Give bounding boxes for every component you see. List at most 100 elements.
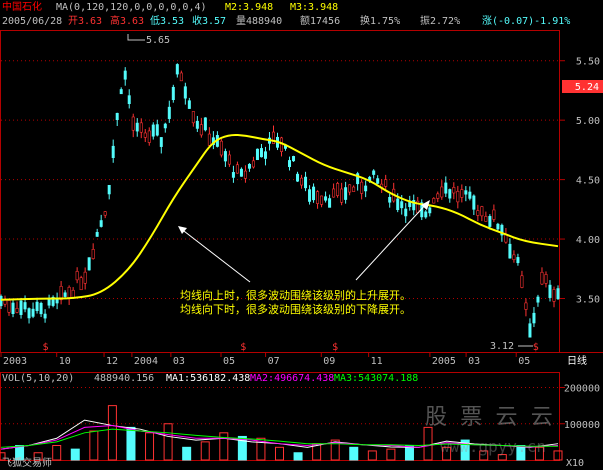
candle-body bbox=[155, 124, 159, 136]
quote-amount: 额17456 bbox=[300, 14, 340, 27]
candle-body bbox=[360, 181, 364, 194]
high-label: 5.65 bbox=[146, 35, 170, 46]
candle-body bbox=[199, 124, 203, 136]
candle-body bbox=[135, 122, 139, 132]
candle-body bbox=[83, 271, 87, 284]
quote-turnover: 换1.75% bbox=[360, 14, 400, 27]
price-tick-label: 5.50 bbox=[576, 57, 600, 68]
price-tag: 5.24 bbox=[575, 82, 599, 93]
candle-body bbox=[63, 292, 67, 297]
candle-body bbox=[75, 271, 79, 281]
volume-bar bbox=[386, 448, 396, 461]
price-tick-label: 4.00 bbox=[576, 235, 600, 246]
candle-body bbox=[111, 145, 115, 158]
candle-body bbox=[320, 195, 324, 205]
date-axis: 2003 10 12 2004 03 05 07 09 11 2005 03 05 bbox=[0, 352, 530, 367]
candle-body bbox=[203, 117, 207, 131]
candle-body bbox=[223, 151, 227, 162]
candle-body bbox=[440, 186, 444, 198]
candle-body bbox=[159, 137, 163, 147]
date-tick-label: 2004 bbox=[134, 356, 158, 367]
candle-body bbox=[388, 196, 392, 203]
candle-body bbox=[0, 295, 3, 307]
candle-body bbox=[476, 210, 480, 216]
candle-body bbox=[480, 206, 484, 217]
price-tick-label: 5.00 bbox=[576, 116, 600, 127]
candle-body bbox=[452, 187, 456, 194]
candle-body bbox=[524, 302, 528, 310]
dollar-marker: $ bbox=[332, 342, 338, 353]
candle-body bbox=[167, 106, 171, 119]
date-tick-label: 03 bbox=[173, 356, 185, 367]
date-tick-label: 03 bbox=[468, 356, 480, 367]
app-label: 飞狐交易师 bbox=[2, 456, 52, 469]
candle-body bbox=[131, 116, 135, 131]
candle-body bbox=[263, 151, 267, 159]
candle-body bbox=[324, 196, 328, 201]
candle-body bbox=[243, 170, 247, 179]
candle-body bbox=[179, 72, 183, 82]
quote-open: 开3.63 bbox=[68, 16, 102, 27]
volume-bar bbox=[52, 445, 62, 461]
candle-body bbox=[15, 308, 19, 313]
candle-body bbox=[508, 243, 512, 259]
candle-body bbox=[292, 156, 296, 162]
quote-volume: 量488940 bbox=[236, 15, 282, 27]
candle-body bbox=[516, 257, 520, 264]
candle-body bbox=[332, 188, 336, 198]
candle-body bbox=[7, 300, 11, 313]
candle-body bbox=[372, 170, 376, 175]
quote-low: 低3.53 bbox=[150, 14, 184, 27]
candle-body bbox=[308, 189, 312, 202]
candle-body bbox=[444, 182, 448, 194]
candle-body bbox=[11, 302, 15, 315]
dollar-marker: $ bbox=[240, 342, 246, 353]
quote-date: 2005/06/28 bbox=[2, 16, 62, 27]
candle-body bbox=[35, 301, 39, 311]
watermark-url: www.gpyy.cn bbox=[440, 437, 546, 456]
candle-body bbox=[239, 168, 243, 177]
price-grid bbox=[1, 60, 558, 299]
price-tick-label: 3.50 bbox=[576, 295, 600, 306]
annotation-arrows bbox=[178, 200, 430, 283]
candle-body bbox=[472, 195, 476, 210]
volume-bar bbox=[107, 405, 117, 461]
date-tick-label: 12 bbox=[106, 356, 118, 367]
candle-body bbox=[19, 300, 23, 315]
candle-body bbox=[31, 308, 35, 317]
candle-body bbox=[300, 177, 304, 186]
candle-body bbox=[163, 123, 167, 129]
candle-body bbox=[107, 184, 111, 195]
high-marker bbox=[127, 34, 145, 41]
candle-body bbox=[127, 95, 131, 105]
candle-body bbox=[404, 208, 408, 217]
candle-body bbox=[396, 198, 400, 211]
candle-body bbox=[336, 183, 340, 196]
candle-body bbox=[532, 312, 536, 324]
candle-body bbox=[187, 100, 191, 109]
candle-body bbox=[552, 289, 556, 302]
candle-body bbox=[119, 89, 123, 95]
volume-bar bbox=[367, 450, 377, 461]
candle-body bbox=[304, 176, 308, 189]
candle-body bbox=[183, 86, 187, 99]
candle-body bbox=[496, 223, 500, 230]
candle-body bbox=[195, 120, 199, 129]
dollar-markers: $ $ $ $ bbox=[43, 342, 539, 353]
candle-body bbox=[456, 190, 460, 203]
candle-body bbox=[147, 130, 151, 143]
volume-bar bbox=[293, 452, 303, 461]
vol-tick-label: 100000 bbox=[564, 420, 600, 431]
candle-body bbox=[464, 190, 468, 195]
date-tick-label: 10 bbox=[59, 356, 71, 367]
date-tick-label: 2003 bbox=[3, 356, 27, 367]
volume-bar bbox=[70, 448, 80, 461]
volume-bar bbox=[145, 432, 155, 461]
quote-change: 涨(-0.07)-1.91% bbox=[482, 15, 570, 27]
dollar-marker: $ bbox=[533, 342, 539, 353]
candle-body bbox=[219, 140, 223, 156]
date-tick-label: 05 bbox=[223, 356, 235, 367]
candle-body bbox=[99, 220, 103, 227]
candle-body bbox=[67, 286, 71, 299]
candle-body bbox=[247, 163, 251, 169]
